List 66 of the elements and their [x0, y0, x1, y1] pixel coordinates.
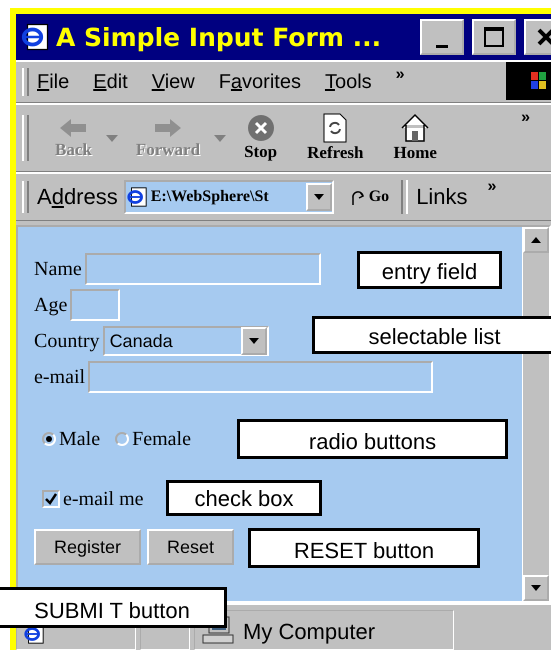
forward-arrow-icon [152, 116, 183, 140]
toolbar-button[interactable]: Refresh [307, 113, 364, 163]
browser-icon [20, 22, 50, 52]
maximize-button[interactable] [472, 19, 516, 55]
input-field[interactable] [70, 289, 120, 321]
country-select[interactable]: Canada [102, 326, 269, 356]
down-arrow-icon [531, 585, 541, 591]
input-field[interactable] [84, 253, 321, 285]
dropdown-arrow-icon [248, 338, 259, 344]
callout-label: selectable list [312, 316, 551, 354]
dropdown-arrow-icon [314, 194, 324, 200]
toolbar-grip[interactable] [22, 180, 29, 214]
scrollbar[interactable] [522, 227, 549, 601]
home-icon [400, 113, 430, 143]
close-icon [536, 27, 551, 47]
callout-label: RESET button [248, 528, 480, 568]
menu-item[interactable]: Tools [324, 70, 372, 94]
go-arrow-icon [350, 188, 366, 206]
callout-label: check box [166, 480, 322, 516]
toolbar-button[interactable]: Home [393, 113, 437, 163]
more-chevron[interactable]: » [488, 178, 496, 196]
toolbar-button[interactable]: Stop [244, 114, 278, 162]
back-arrow-icon [58, 116, 88, 140]
field-label: Country [34, 330, 100, 352]
form-button[interactable]: Register [34, 529, 142, 565]
radio-button[interactable] [115, 432, 130, 446]
more-chevron[interactable]: » [521, 109, 530, 127]
toolbar-grip[interactable] [22, 68, 29, 96]
maximize-icon [483, 26, 505, 48]
refresh-icon [322, 113, 348, 143]
callout-label: radio buttons [237, 419, 508, 459]
callout-label: SUBMI T button [0, 587, 227, 628]
up-arrow-icon [531, 237, 541, 243]
checkbox-label: e-mail me [63, 488, 144, 510]
field-label: e-mail [34, 366, 86, 388]
form-button[interactable]: Reset [147, 529, 234, 565]
toolbar-grip[interactable] [22, 114, 29, 162]
radio-label: Female [132, 428, 191, 450]
browser-icon [126, 186, 148, 208]
menu-item[interactable]: Favorites [218, 70, 301, 94]
radio-button[interactable] [42, 432, 56, 446]
address-field[interactable]: E:\WebSphere\St [124, 180, 334, 214]
go-button[interactable]: Go [350, 188, 390, 206]
input-field[interactable] [88, 361, 434, 393]
field-label: Age [34, 294, 68, 316]
toolbar-separator [401, 180, 408, 214]
links-label[interactable]: Links [416, 184, 468, 210]
menu-item[interactable]: View [152, 70, 195, 94]
more-chevron[interactable]: » [396, 66, 405, 84]
windows-logo-icon [506, 62, 551, 100]
dropdown-button[interactable] [306, 183, 332, 211]
minimize-button[interactable] [420, 19, 464, 55]
window-title: A Simple Input Form ... [56, 22, 382, 52]
scroll-down-button[interactable] [523, 575, 549, 601]
menu-item[interactable]: Edit [93, 70, 128, 94]
radio-label: Male [59, 428, 100, 450]
checkbox[interactable] [42, 490, 60, 508]
scroll-up-button[interactable] [523, 227, 549, 253]
status-zone: My Computer [243, 619, 376, 645]
field-label: Name [34, 258, 82, 280]
menu-item[interactable]: File [37, 70, 70, 94]
callout-label: entry field [357, 251, 502, 289]
dropdown-button[interactable] [240, 327, 267, 355]
stop-icon [246, 114, 275, 142]
address-label: Address [37, 184, 118, 210]
minimize-icon [436, 44, 448, 48]
